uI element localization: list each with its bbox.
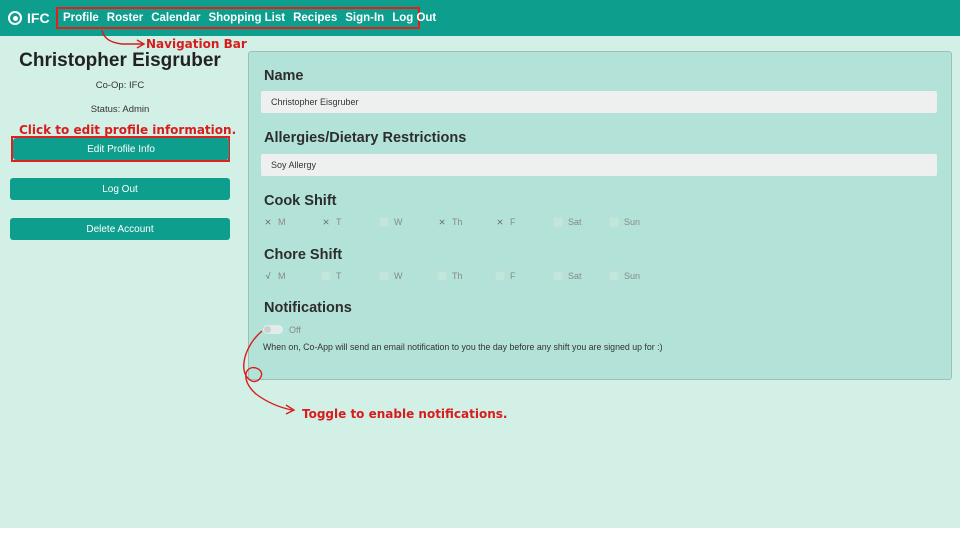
- nav-sign-in[interactable]: Sign-In: [345, 12, 384, 24]
- chore-day-th[interactable]: Th: [437, 271, 463, 281]
- chore-day-sat[interactable]: Sat: [553, 271, 582, 281]
- cook-day-t[interactable]: ⨯ T: [321, 217, 342, 228]
- nav-recipes[interactable]: Recipes: [293, 12, 337, 24]
- cook-day-sat[interactable]: Sat: [553, 217, 582, 227]
- chore-day-label: W: [394, 271, 403, 281]
- annotation-toggle: Toggle to enable notifications.: [302, 407, 508, 421]
- notifications-description: When on, Co-App will send an email notif…: [263, 342, 663, 352]
- notifications-heading: Notifications: [264, 300, 352, 316]
- brand[interactable]: IFC: [8, 8, 50, 28]
- checkbox-icon[interactable]: [609, 271, 619, 281]
- brand-logo-icon: [8, 11, 22, 25]
- chore-day-label: Th: [452, 271, 463, 281]
- checked-checkbox-icon[interactable]: ⨯: [437, 217, 447, 227]
- edit-profile-button[interactable]: Edit Profile Info: [13, 138, 229, 160]
- cook-day-label: M: [278, 217, 286, 227]
- allergies-heading: Allergies/Dietary Restrictions: [264, 130, 467, 146]
- chore-day-t[interactable]: T: [321, 271, 342, 281]
- cook-day-th[interactable]: ⨯ Th: [437, 217, 463, 228]
- cook-day-label: F: [510, 217, 516, 227]
- chore-day-label: T: [336, 271, 342, 281]
- checkbox-icon[interactable]: [495, 271, 505, 281]
- cook-shift-heading: Cook Shift: [264, 193, 337, 209]
- chore-day-label: M: [278, 271, 286, 281]
- checkbox-icon[interactable]: [321, 271, 331, 281]
- user-name: Christopher Eisgruber: [19, 50, 221, 71]
- checkbox-icon[interactable]: [553, 271, 563, 281]
- cook-day-m[interactable]: ⨯ M: [263, 217, 286, 228]
- nav-annotation-arrowhead: [136, 39, 146, 49]
- allergies-field[interactable]: Soy Allergy: [261, 154, 937, 176]
- coop-label: Co-Op: IFC: [95, 80, 145, 91]
- delete-account-button[interactable]: Delete Account: [10, 218, 230, 240]
- annotation-navigation-bar: Navigation Bar: [146, 37, 247, 51]
- nav-calendar[interactable]: Calendar: [151, 12, 200, 24]
- cook-day-w[interactable]: W: [379, 217, 403, 227]
- checked-checkbox-icon[interactable]: ⨯: [321, 217, 331, 227]
- nav-roster[interactable]: Roster: [107, 12, 143, 24]
- cook-day-f[interactable]: ⨯ F: [495, 217, 516, 228]
- chore-day-label: Sat: [568, 271, 582, 281]
- checkbox-icon[interactable]: [553, 217, 563, 227]
- checkbox-icon[interactable]: [609, 217, 619, 227]
- chore-shift-heading: Chore Shift: [264, 247, 343, 263]
- checkbox-icon[interactable]: [437, 271, 447, 281]
- profile-panel: Name Christopher Eisgruber Allergies/Die…: [248, 51, 952, 380]
- nav-profile[interactable]: Profile: [63, 12, 99, 24]
- status-label: Status: Admin: [90, 104, 150, 115]
- toggle-state-label: Off: [289, 325, 301, 335]
- chore-day-label: Sun: [624, 271, 641, 281]
- top-navigation-bar: IFC Profile Roster Calendar Shopping Lis…: [0, 0, 960, 36]
- app-background: IFC Profile Roster Calendar Shopping Lis…: [0, 0, 960, 528]
- logout-button[interactable]: Log Out: [10, 178, 230, 200]
- brand-label: IFC: [27, 10, 50, 26]
- chore-day-m[interactable]: √ M: [263, 271, 286, 281]
- cook-day-label: W: [394, 217, 403, 227]
- checked-checkbox-icon[interactable]: √: [263, 271, 273, 281]
- checkbox-icon[interactable]: [379, 217, 389, 227]
- cook-day-sun[interactable]: Sun: [609, 217, 640, 227]
- nav-links: Profile Roster Calendar Shopping List Re…: [56, 7, 436, 29]
- chore-day-label: F: [510, 271, 516, 281]
- notifications-toggle[interactable]: [263, 325, 283, 334]
- cook-day-label: T: [336, 217, 342, 227]
- checkbox-icon[interactable]: [379, 271, 389, 281]
- name-heading: Name: [264, 68, 304, 84]
- cook-day-label: Sat: [568, 217, 582, 227]
- chore-day-w[interactable]: W: [379, 271, 403, 281]
- cook-day-label: Th: [452, 217, 463, 227]
- chore-day-f[interactable]: F: [495, 271, 516, 281]
- nav-shopping-list[interactable]: Shopping List: [208, 12, 285, 24]
- nav-log-out[interactable]: Log Out: [392, 12, 436, 24]
- name-field[interactable]: Christopher Eisgruber: [261, 91, 937, 113]
- toggle-annotation-arrowhead: [285, 404, 296, 415]
- cook-day-label: Sun: [624, 217, 641, 227]
- chore-day-sun[interactable]: Sun: [609, 271, 640, 281]
- checked-checkbox-icon[interactable]: ⨯: [495, 217, 505, 227]
- annotation-edit-profile: Click to edit profile information.: [19, 123, 237, 137]
- checked-checkbox-icon[interactable]: ⨯: [263, 217, 273, 227]
